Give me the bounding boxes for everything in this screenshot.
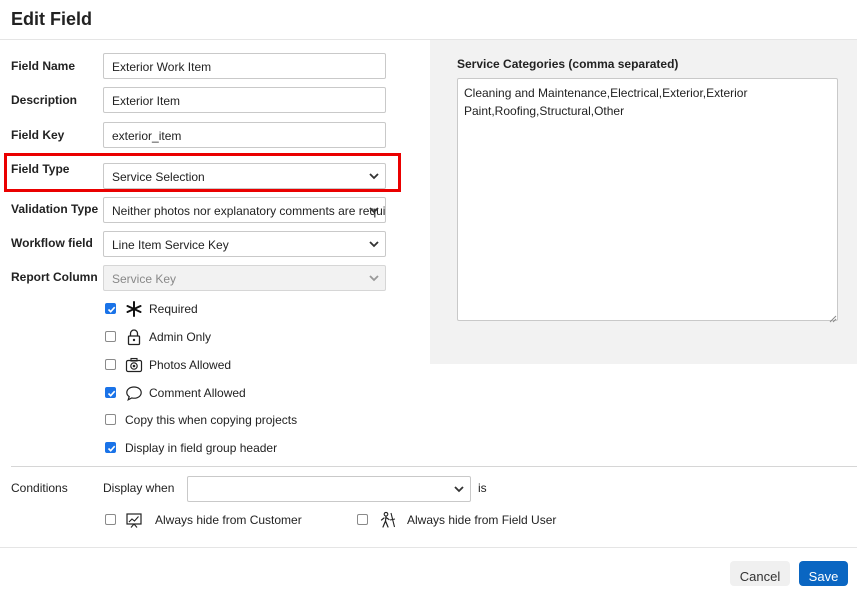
- field-key-input[interactable]: exterior_item: [103, 122, 386, 148]
- chevron-down-icon: [369, 239, 379, 249]
- report-column-value: Service Key: [112, 272, 177, 286]
- display-when-label: Display when: [103, 481, 175, 495]
- display-in-header-checkbox[interactable]: [105, 442, 116, 453]
- display-in-header-option: Display in field group header: [105, 439, 355, 457]
- camera-icon: [125, 356, 143, 374]
- hide-from-field-user-option: Always hide from Field User: [357, 511, 577, 529]
- presentation-icon: [125, 511, 143, 529]
- required-option: Required: [105, 300, 305, 318]
- workflow-field-value: Line Item Service Key: [112, 238, 229, 252]
- service-categories-textarea[interactable]: Cleaning and Maintenance,Electrical,Exte…: [457, 78, 838, 321]
- field-type-select[interactable]: Service Selection: [103, 163, 386, 189]
- condition-is-label: is: [478, 481, 487, 495]
- conditions-label: Conditions: [11, 481, 68, 495]
- description-input[interactable]: Exterior Item: [103, 87, 386, 113]
- photos-allowed-label: Photos Allowed: [149, 358, 232, 372]
- field-name-input[interactable]: Exterior Work Item: [103, 53, 386, 79]
- comment-allowed-option: Comment Allowed: [105, 384, 305, 402]
- condition-select[interactable]: [187, 476, 471, 502]
- field-worker-icon: [379, 511, 397, 529]
- validation-type-select[interactable]: Neither photos nor explanatory comments …: [103, 197, 386, 223]
- photos-allowed-option: Photos Allowed: [105, 356, 305, 374]
- hide-from-customer-label: Always hide from Customer: [155, 513, 302, 527]
- field-type-label: Field Type: [11, 162, 70, 176]
- footer-divider: [0, 547, 857, 548]
- required-checkbox[interactable]: [105, 303, 116, 314]
- section-divider: [11, 466, 857, 467]
- display-in-header-label: Display in field group header: [125, 441, 278, 455]
- workflow-field-label: Workflow field: [11, 236, 93, 250]
- hide-from-field-user-checkbox[interactable]: [357, 514, 368, 525]
- copy-when-copying-label: Copy this when copying projects: [125, 413, 298, 427]
- chevron-down-icon: [369, 273, 379, 283]
- comment-allowed-label: Comment Allowed: [149, 386, 246, 400]
- report-column-label: Report Column: [11, 270, 98, 284]
- service-categories-panel: Service Categories (comma separated) Cle…: [430, 40, 857, 364]
- lock-icon: [125, 328, 143, 346]
- report-column-select: Service Key: [103, 265, 386, 291]
- validation-type-value: Neither photos nor explanatory comments …: [112, 204, 386, 218]
- workflow-field-select[interactable]: Line Item Service Key: [103, 231, 386, 257]
- field-key-label: Field Key: [11, 128, 65, 142]
- hide-from-field-user-label: Always hide from Field User: [407, 513, 557, 527]
- hide-from-customer-option: Always hide from Customer: [105, 511, 325, 529]
- validation-type-label: Validation Type: [11, 202, 99, 216]
- admin-only-checkbox[interactable]: [105, 331, 116, 342]
- admin-only-option: Admin Only: [105, 328, 305, 346]
- copy-when-copying-option: Copy this when copying projects: [105, 411, 355, 429]
- asterisk-icon: [125, 300, 143, 318]
- chevron-down-icon: [369, 205, 379, 215]
- chevron-down-icon: [454, 484, 464, 494]
- admin-only-label: Admin Only: [149, 330, 212, 344]
- hide-from-customer-checkbox[interactable]: [105, 514, 116, 525]
- dialog-title: Edit Field: [11, 9, 92, 29]
- copy-when-copying-checkbox[interactable]: [105, 414, 116, 425]
- chevron-down-icon: [369, 171, 379, 181]
- service-categories-label: Service Categories (comma separated): [457, 57, 679, 71]
- description-label: Description: [11, 93, 78, 107]
- save-button[interactable]: Save: [799, 561, 848, 586]
- comment-allowed-checkbox[interactable]: [105, 387, 116, 398]
- resize-handle-icon[interactable]: [829, 312, 837, 323]
- required-label: Required: [149, 302, 198, 316]
- comment-icon: [125, 384, 143, 402]
- field-type-value: Service Selection: [112, 170, 205, 184]
- photos-allowed-checkbox[interactable]: [105, 359, 116, 370]
- cancel-button[interactable]: Cancel: [730, 561, 790, 586]
- field-name-label: Field Name: [11, 59, 76, 73]
- dialog-header: Edit Field: [0, 0, 857, 40]
